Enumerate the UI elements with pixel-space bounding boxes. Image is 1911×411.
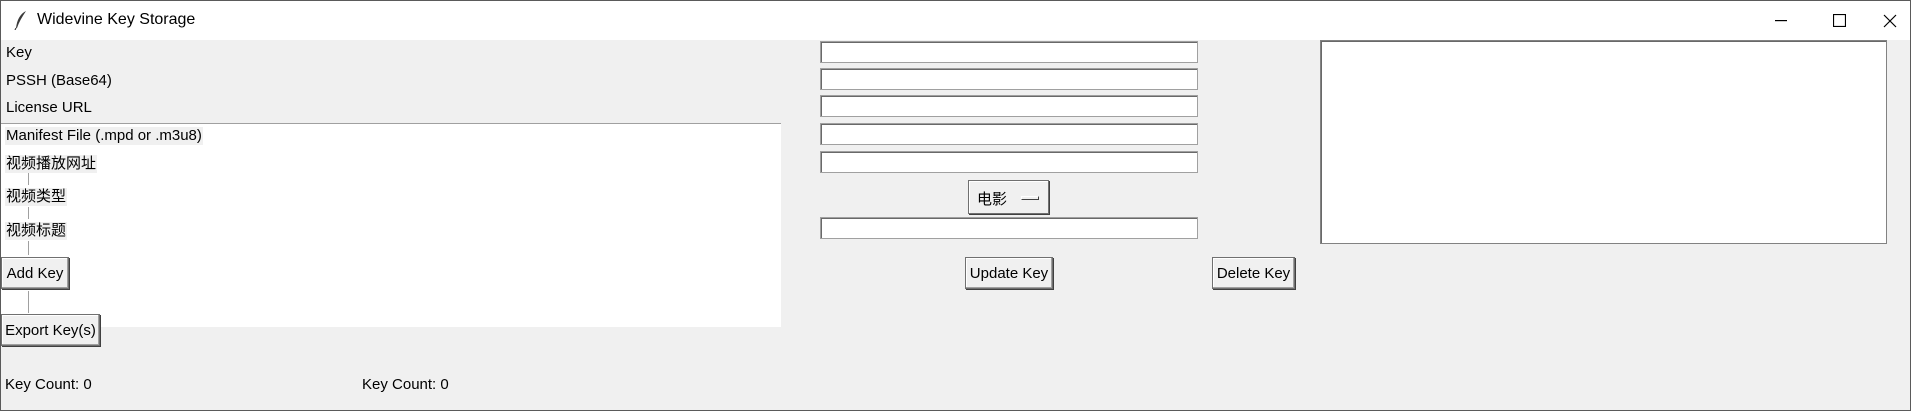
maximize-icon	[1832, 14, 1846, 27]
window-title: Widevine Key Storage	[37, 11, 196, 28]
content-panel	[1, 123, 781, 327]
manifest-label: Manifest File (.mpd or .m3u8)	[5, 127, 203, 145]
license-url-label: License URL	[5, 99, 93, 117]
video-title-input[interactable]	[820, 217, 1198, 239]
key-input[interactable]	[820, 41, 1198, 63]
video-url-label: 视频播放网址	[5, 155, 98, 173]
key-label: Key	[5, 44, 33, 62]
manifest-input[interactable]	[820, 123, 1198, 145]
key-count-left: Key Count: 0	[5, 376, 92, 393]
key-listbox[interactable]	[1320, 40, 1887, 244]
close-button[interactable]	[1868, 1, 1911, 40]
video-url-input[interactable]	[820, 151, 1198, 173]
dropdown-indicator-icon	[1021, 196, 1039, 200]
key-count-right: Key Count: 0	[362, 376, 449, 393]
update-key-button[interactable]: Update Key	[965, 257, 1053, 289]
video-type-label: 视频类型	[5, 188, 68, 206]
close-icon	[1883, 14, 1897, 28]
separator	[28, 173, 29, 185]
export-keys-button[interactable]: Export Key(s)	[1, 314, 100, 346]
title-bar: Widevine Key Storage	[1, 1, 1910, 40]
license-url-input[interactable]	[820, 95, 1198, 117]
maximize-button[interactable]	[1810, 1, 1868, 40]
app-window: Widevine Key Storage Key PSSH (Base64) L…	[0, 0, 1911, 411]
minimize-icon	[1775, 19, 1787, 22]
video-type-value: 电影	[977, 191, 1008, 208]
minimize-button[interactable]	[1752, 1, 1810, 40]
pssh-input[interactable]	[820, 68, 1198, 90]
separator	[28, 291, 29, 313]
add-key-button[interactable]: Add Key	[1, 257, 69, 289]
video-title-label: 视频标题	[5, 222, 68, 240]
delete-key-button[interactable]: Delete Key	[1212, 257, 1295, 289]
pssh-label: PSSH (Base64)	[5, 72, 113, 90]
separator	[28, 207, 29, 219]
video-type-select[interactable]: 电影	[968, 180, 1049, 214]
separator	[28, 241, 29, 255]
feather-icon	[13, 10, 29, 31]
